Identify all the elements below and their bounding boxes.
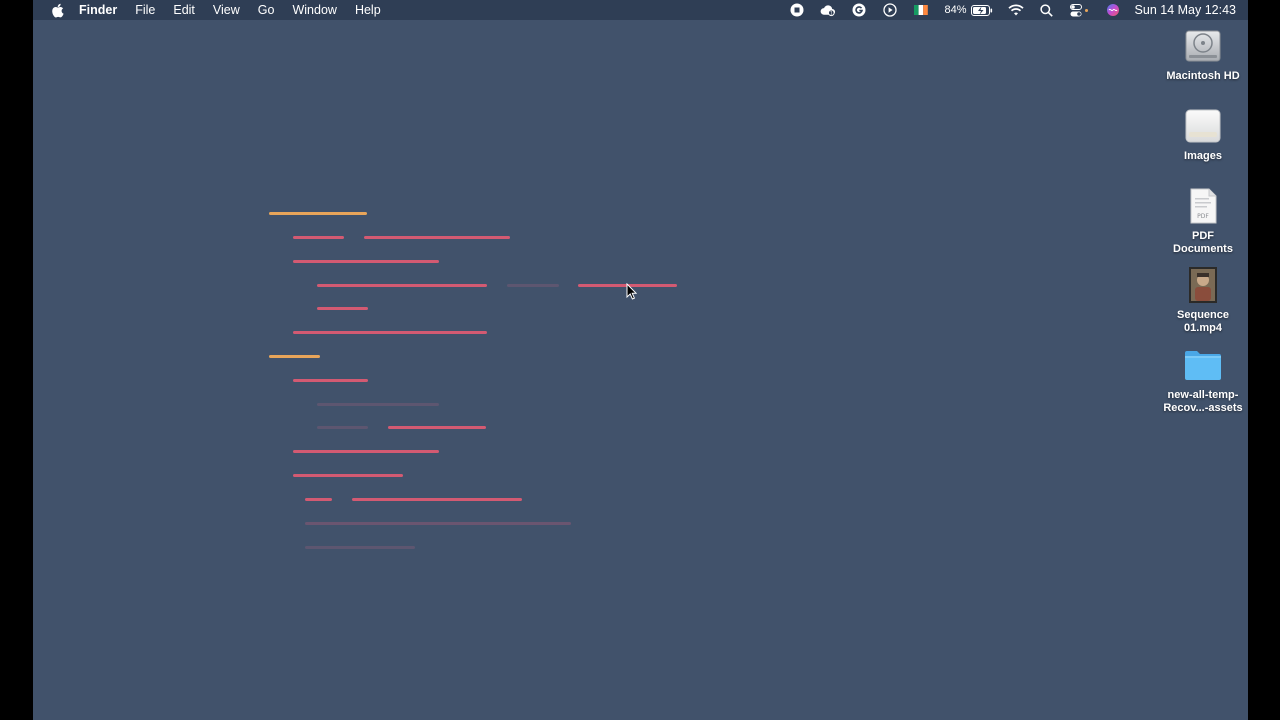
menu-clock[interactable]: Sun 14 May 12:43 [1135, 3, 1236, 17]
spotlight-search-icon[interactable] [1039, 2, 1055, 18]
code-line [364, 236, 510, 239]
code-line [352, 498, 522, 501]
code-line [305, 522, 571, 525]
grammarly-icon[interactable] [851, 2, 867, 18]
desktop-icon-folder[interactable]: new-all-temp- Recov...-assets [1158, 345, 1248, 415]
code-line [305, 498, 332, 501]
desktop-icon-macintosh-hd[interactable]: Macintosh HD [1158, 26, 1248, 83]
folder-icon [1185, 351, 1221, 380]
cloud-sync-icon[interactable]: 1 [820, 2, 836, 18]
battery-icon[interactable] [970, 2, 993, 18]
code-line [305, 546, 415, 549]
desktop-icon-images[interactable]: Images [1158, 106, 1248, 163]
menu-help[interactable]: Help [355, 0, 381, 20]
desktop-icon-sequence-mp4[interactable]: Sequence 01.mp4 [1158, 265, 1248, 335]
siri-icon[interactable] [1105, 2, 1121, 18]
code-line [293, 236, 344, 239]
code-line [293, 450, 439, 453]
code-line [293, 260, 439, 263]
control-center-icon[interactable] [1069, 2, 1090, 18]
battery-percentage: 84% [944, 4, 967, 16]
menu-go[interactable]: Go [258, 0, 275, 20]
drive-icon [1185, 109, 1221, 143]
desktop-icon-label: new-all-temp- Recov...-assets [1163, 389, 1243, 414]
code-line [293, 379, 368, 382]
apple-menu-icon[interactable] [49, 3, 65, 18]
code-line [293, 474, 403, 477]
code-line [293, 331, 487, 334]
pdf-document-icon: PDF [1190, 188, 1217, 224]
code-line [507, 284, 559, 287]
menu-edit[interactable]: Edit [173, 0, 195, 20]
code-line [317, 426, 368, 429]
code-line [317, 284, 487, 287]
code-line [269, 355, 320, 358]
code-line [317, 403, 439, 406]
desktop-icon-label: Macintosh HD [1166, 70, 1240, 82]
mouse-cursor-icon [626, 282, 638, 305]
hard-drive-icon [1185, 30, 1221, 62]
menu-file[interactable]: File [135, 0, 155, 20]
code-line [269, 212, 367, 215]
wifi-icon[interactable] [1007, 2, 1024, 18]
menu-view[interactable]: View [213, 0, 240, 20]
code-line [317, 307, 368, 310]
desktop-icon-pdf-documents[interactable]: PDF PDF Documents [1158, 186, 1248, 256]
svg-text:PDF: PDF [1197, 213, 1209, 220]
desktop[interactable]: Finder File Edit View Go Window Help 1 8… [33, 0, 1248, 720]
play-icon[interactable] [882, 2, 898, 18]
flag-icon[interactable] [913, 2, 929, 18]
desktop-icon-label: Images [1184, 150, 1222, 162]
menu-bar: Finder File Edit View Go Window Help 1 8… [33, 0, 1248, 20]
desktop-icon-label: PDF Documents [1173, 230, 1233, 255]
desktop-icon-label: Sequence 01.mp4 [1177, 309, 1229, 334]
video-file-icon [1189, 267, 1217, 303]
menu-window[interactable]: Window [292, 0, 336, 20]
svg-text:1: 1 [829, 11, 832, 16]
screen-record-icon[interactable] [789, 2, 805, 18]
menu-finder[interactable]: Finder [79, 0, 117, 20]
code-line [388, 426, 486, 429]
